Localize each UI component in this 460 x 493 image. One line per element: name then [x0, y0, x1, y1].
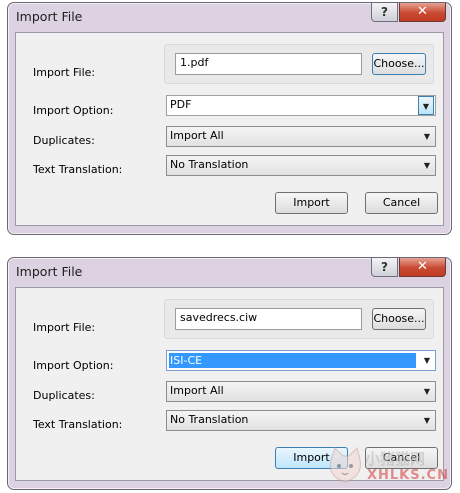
import-file-label: Import File: [33, 321, 96, 334]
close-button[interactable]: ✕ [399, 3, 446, 22]
cancel-button[interactable]: Cancel [365, 192, 438, 214]
close-icon: ✕ [417, 259, 428, 274]
duplicates-label: Duplicates: [33, 134, 95, 147]
cat-logo-icon [329, 446, 362, 483]
chevron-down-icon: ▼ [423, 161, 431, 170]
chevron-down-icon: ▼ [423, 132, 431, 141]
watermark: 小猪猫网 XHLKS.CN [327, 446, 452, 490]
import-option-label: Import Option: [33, 359, 114, 372]
watermark-line-1: 小猪猫网 [365, 450, 426, 468]
chevron-down-icon[interactable]: ▼ [418, 96, 434, 115]
file-picker-group: 1.pdf Choose... [164, 44, 434, 84]
text-translation-label: Text Translation: [33, 418, 123, 431]
import-option-select[interactable]: PDF ▼ [166, 95, 436, 116]
file-picker-group: savedrecs.ciw Choose... [164, 299, 434, 339]
choose-button[interactable]: Choose... [372, 308, 426, 330]
dialog-body: Import File: 1.pdf Choose... Import Opti… [15, 32, 444, 226]
close-button[interactable]: ✕ [399, 258, 446, 277]
import-option-value: ISI-CE [169, 353, 416, 368]
import-file-dialog-1: Import File ? ✕ Import File: 1.pdf Choos… [7, 2, 452, 235]
duplicates-label: Duplicates: [33, 389, 95, 402]
help-button[interactable]: ? [371, 3, 398, 22]
file-path-input[interactable]: 1.pdf [175, 53, 362, 75]
text-translation-value: No Translation [170, 413, 249, 426]
import-option-label: Import Option: [33, 104, 114, 117]
text-translation-select[interactable]: No Translation ▼ [166, 410, 436, 431]
import-button[interactable]: Import [275, 192, 348, 214]
title-bar[interactable]: Import File ? ✕ [8, 3, 451, 33]
text-translation-value: No Translation [170, 158, 249, 171]
dialog-title: Import File [16, 9, 83, 24]
import-file-label: Import File: [33, 66, 96, 79]
import-option-value: PDF [170, 98, 192, 111]
question-icon: ? [381, 5, 388, 19]
chevron-down-icon: ▼ [423, 387, 431, 396]
file-path-input[interactable]: savedrecs.ciw [175, 308, 362, 330]
help-button[interactable]: ? [371, 258, 398, 277]
dialog-title: Import File [16, 264, 83, 279]
duplicates-select[interactable]: Import All ▼ [166, 381, 436, 402]
choose-button[interactable]: Choose... [372, 53, 426, 75]
duplicates-value: Import All [170, 384, 224, 397]
close-icon: ✕ [417, 4, 428, 19]
question-icon: ? [381, 260, 388, 274]
duplicates-value: Import All [170, 129, 224, 142]
watermark-line-2: XHLKS.CN [367, 468, 449, 483]
text-translation-select[interactable]: No Translation ▼ [166, 155, 436, 176]
title-bar[interactable]: Import File ? ✕ [8, 258, 451, 288]
text-translation-label: Text Translation: [33, 163, 123, 176]
chevron-down-icon: ▼ [423, 416, 431, 425]
import-option-select[interactable]: ISI-CE ▼ [166, 350, 436, 371]
chevron-down-icon[interactable]: ▼ [419, 351, 435, 370]
duplicates-select[interactable]: Import All ▼ [166, 126, 436, 147]
